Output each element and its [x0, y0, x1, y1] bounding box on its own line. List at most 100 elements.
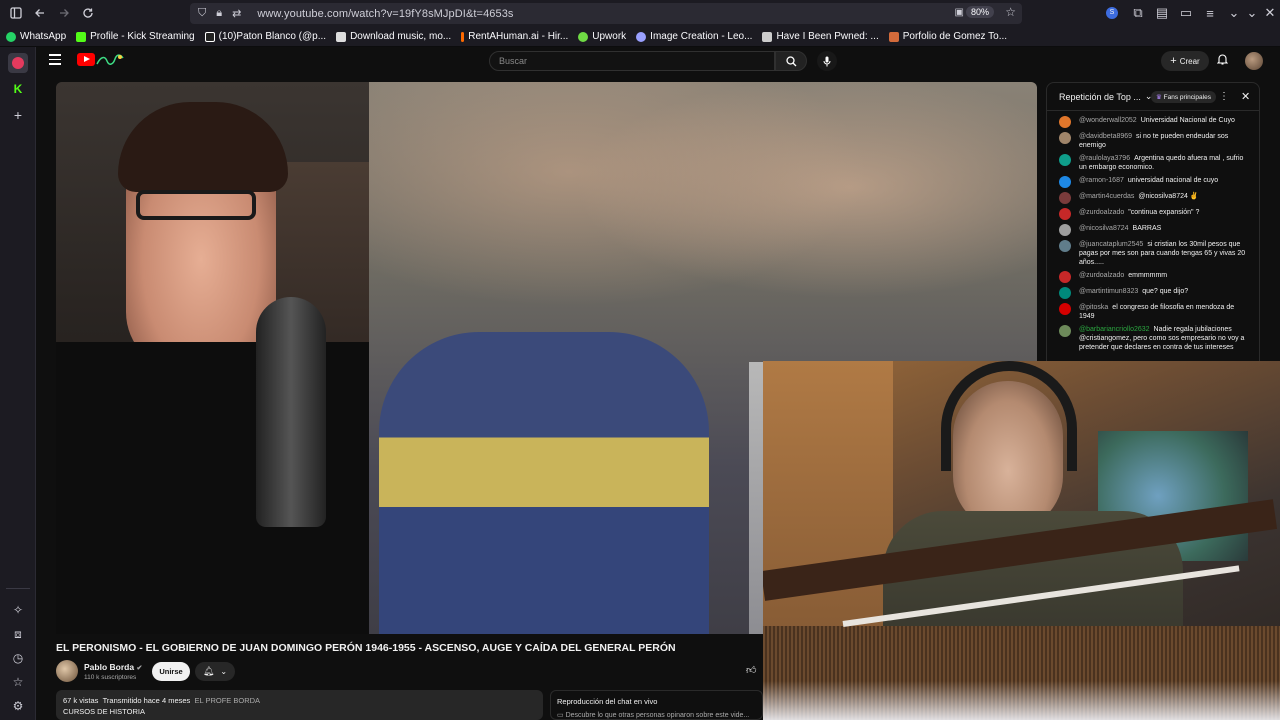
lock-icon[interactable]: 🔒︎ — [216, 7, 222, 20]
extensions-icon[interactable]: ⧉ — [1130, 5, 1146, 21]
ai-chat-icon[interactable]: ✧ — [8, 600, 28, 620]
extension-icon[interactable]: S — [1106, 7, 1118, 19]
chat-message[interactable]: @nicosilva8724 BARRAS — [1047, 222, 1259, 238]
shield-icon[interactable]: ⛉ — [198, 7, 206, 20]
chat-avatar[interactable] — [1059, 208, 1071, 220]
chat-avatar[interactable] — [1059, 224, 1071, 236]
chat-avatar[interactable] — [1059, 192, 1071, 204]
chat-message-list[interactable]: @wonderwall2052 Universidad Nacional de C… — [1047, 111, 1259, 354]
chat-author[interactable]: @barbariancriollo2632 — [1079, 326, 1150, 333]
chat-message[interactable]: @wonderwall2052 Universidad Nacional de C… — [1047, 114, 1259, 130]
doodle-logo[interactable] — [95, 53, 125, 67]
like-icon[interactable]: 👍︎ — [746, 664, 756, 676]
chat-message[interactable]: @raulolaya3796 Argentina quedo afuera mal… — [1047, 152, 1259, 174]
chat-message[interactable]: @juancataplum2545 si cristian los 30mil p… — [1047, 238, 1259, 269]
chat-author[interactable]: @nicosilva8724 — [1079, 225, 1129, 232]
chat-author[interactable]: @ramon-1687 — [1079, 177, 1124, 184]
chat-author[interactable]: @zurdoalzado — [1079, 272, 1124, 279]
chat-avatar[interactable] — [1059, 154, 1071, 166]
description-box[interactable]: 67 k vistas Transmitido hace 4 meses EL … — [56, 690, 543, 720]
kick-tab-icon[interactable]: K — [8, 79, 28, 99]
chevron-down-icon[interactable]: ⌄ — [1226, 5, 1242, 21]
history-icon[interactable]: ◷ — [8, 648, 28, 668]
search-input[interactable]: Buscar — [489, 51, 775, 71]
join-button[interactable]: Unirse — [152, 662, 190, 681]
chat-message[interactable]: @martin4cuerdas @nicosilva8724 ✌ — [1047, 190, 1259, 206]
bookmark-item[interactable]: Download music, mo... — [336, 31, 451, 42]
chat-message[interactable]: @zurdoalzado "continua expansión" ? — [1047, 206, 1259, 222]
hashtag-link[interactable]: EL PROFE BORDA — [194, 696, 260, 705]
notifications-icon[interactable] — [1216, 53, 1229, 68]
search-button[interactable] — [775, 51, 807, 71]
bookmark-item[interactable]: Image Creation - Leo... — [636, 31, 752, 42]
chat-message-body: @pitoska el congreso de filosofia en mend… — [1079, 303, 1249, 321]
chat-author[interactable]: @martintimun8323 — [1079, 288, 1138, 295]
chat-text: universidad nacional de cuyo — [1127, 177, 1219, 184]
address-bar[interactable]: ⛉ 🔒︎ ⇄ www.youtube.com/watch?v=19fY8sMJp… — [190, 3, 1022, 24]
chat-author[interactable]: @wonderwall2052 — [1079, 117, 1137, 124]
bookmarks-icon[interactable]: ☆ — [8, 672, 28, 692]
chat-author[interactable]: @davidbeta8969 — [1079, 133, 1132, 140]
account-avatar[interactable] — [1245, 52, 1263, 70]
bookmark-item[interactable]: Profile - Kick Streaming — [76, 31, 195, 42]
url-text[interactable]: www.youtube.com/watch?v=19fY8sMJpDI&t=46… — [257, 8, 513, 20]
chat-author[interactable]: @raulolaya3796 — [1079, 155, 1130, 162]
reload-icon[interactable] — [80, 5, 96, 21]
close-window-icon[interactable]: ✕ — [1262, 5, 1278, 21]
chat-avatar[interactable] — [1059, 116, 1071, 128]
chat-avatar[interactable] — [1059, 240, 1071, 252]
chat-message[interactable]: @barbariancriollo2632 Nadie regala jubila… — [1047, 323, 1259, 354]
zoom-level[interactable]: 80% — [965, 6, 994, 18]
chat-avatar[interactable] — [1059, 325, 1071, 337]
chat-author[interactable]: @martin4cuerdas — [1079, 193, 1134, 200]
tiktok-icon — [204, 31, 215, 42]
minimize-icon[interactable]: ⌄ — [1244, 5, 1260, 21]
chat-message[interactable]: @martintimun8323 que? que dijo? — [1047, 285, 1259, 301]
sidebar-view-icon[interactable]: ▭ — [1178, 5, 1194, 21]
back-icon[interactable] — [32, 5, 48, 21]
chat-avatar[interactable] — [1059, 132, 1071, 144]
top-fans-badge[interactable]: ♛ Fans principales — [1151, 91, 1216, 103]
permissions-icon[interactable]: ⇄ — [232, 7, 241, 20]
settings-icon[interactable]: ⚙ — [8, 696, 28, 716]
reader-icon[interactable]: ▣ — [955, 7, 964, 18]
synced-tabs-icon[interactable]: ⧈ — [8, 624, 28, 644]
channel-name[interactable]: Pablo Borda ✔ — [84, 662, 142, 672]
sidebar-toggle-icon[interactable] — [8, 5, 24, 21]
bookmark-item[interactable]: Porfolio de Gomez To... — [888, 31, 1007, 42]
bookmark-item[interactable]: Have I Been Pwned: ... — [762, 31, 879, 42]
chat-message[interactable]: @davidbeta8969 si no te pueden endeudar s… — [1047, 130, 1259, 152]
chat-message[interactable]: @zurdoalzado emmmmmm — [1047, 269, 1259, 285]
bookmark-item[interactable]: RentAHuman.ai - Hir... — [461, 31, 568, 42]
close-icon[interactable]: ✕ — [1241, 90, 1250, 103]
playlist-name: CURSOS DE HISTORIA — [63, 707, 145, 716]
bookmark-item[interactable]: WhatsApp — [6, 31, 66, 42]
channel-avatar[interactable] — [56, 660, 78, 682]
chat-author[interactable]: @zurdoalzado — [1079, 209, 1124, 216]
youtube-logo-icon[interactable] — [77, 53, 95, 66]
menu-icon[interactable]: ≡ — [1202, 5, 1218, 21]
add-tab-icon[interactable]: + — [8, 105, 28, 125]
containers-icon[interactable]: ▤ — [1154, 5, 1170, 21]
chat-author[interactable]: @juancataplum2545 — [1079, 241, 1143, 248]
bookmark-item[interactable]: Upwork — [578, 31, 626, 42]
voice-search-button[interactable] — [817, 51, 837, 71]
chat-message-body: @zurdoalzado "continua expansión" ? — [1079, 208, 1199, 220]
chat-message[interactable]: @pitoska el congreso de filosofia en mend… — [1047, 301, 1259, 323]
chat-avatar[interactable] — [1059, 287, 1071, 299]
create-button[interactable]: + Crear — [1161, 51, 1209, 71]
bookmark-star-icon[interactable]: ☆ — [1005, 5, 1016, 19]
chat-mode-dropdown[interactable]: Repetición de Top ... — [1059, 92, 1141, 102]
chat-avatar[interactable] — [1059, 271, 1071, 283]
more-options-icon[interactable]: ⋮ — [1219, 91, 1229, 102]
forward-icon[interactable] — [56, 5, 72, 21]
subscription-bell-button[interactable]: 🔔︎ ⌄ — [195, 662, 235, 681]
chat-message[interactable]: @ramon-1687 universidad nacional de cuyo — [1047, 174, 1259, 190]
chat-author[interactable]: @pitoska — [1079, 304, 1108, 311]
verified-icon: ✔ — [136, 665, 143, 672]
bookmark-item[interactable]: (10)Paton Blanco (@p... — [204, 31, 326, 42]
hamburger-menu-icon[interactable] — [49, 54, 61, 65]
chat-avatar[interactable] — [1059, 303, 1071, 315]
youtube-tab-icon[interactable] — [8, 53, 28, 73]
chat-avatar[interactable] — [1059, 176, 1071, 188]
